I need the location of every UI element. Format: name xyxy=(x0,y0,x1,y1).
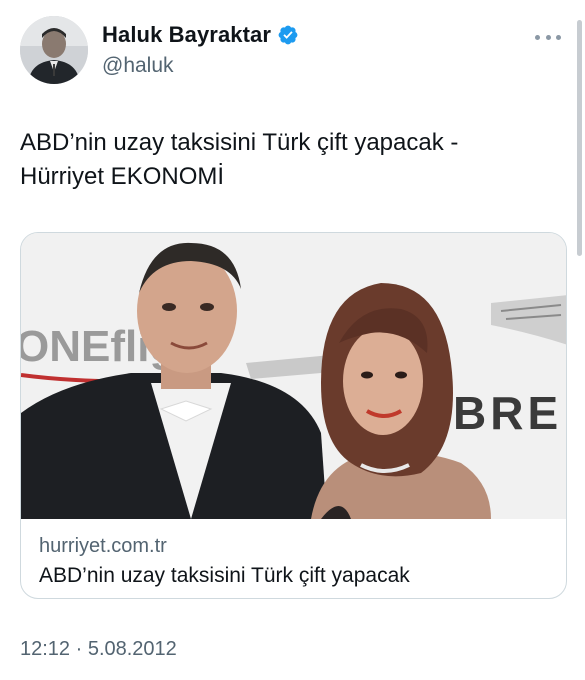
tweet-header: Haluk Bayraktar @haluk xyxy=(20,16,565,88)
author-display-name[interactable]: Haluk Bayraktar xyxy=(102,22,271,48)
display-name-row: Haluk Bayraktar xyxy=(102,22,299,48)
tweet-text: ABD’nin uzay taksisini Türk çift yapacak… xyxy=(20,129,459,190)
tweet-timestamp[interactable]: 12:12 · 5.08.2012 xyxy=(20,638,177,661)
author-names: Haluk Bayraktar @haluk xyxy=(102,22,299,78)
more-dot xyxy=(535,34,540,40)
author-avatar[interactable] xyxy=(20,16,88,84)
more-horizontal-icon[interactable] xyxy=(531,26,565,48)
verified-badge-icon xyxy=(277,24,299,46)
more-dot xyxy=(545,34,551,40)
tweet: Haluk Bayraktar @haluk ABD’nin uzay taks… xyxy=(0,0,585,680)
author-handle[interactable]: @haluk xyxy=(102,54,299,78)
card-title[interactable]: ABD’nin uzay taksisini Türk çift yapacak xyxy=(39,562,548,590)
link-card[interactable]: ONEflig BRE hurriyet.com.tr ABD’nin uzay… xyxy=(20,232,567,599)
backdrop-logo-right: BRE xyxy=(453,387,562,439)
scrollbar[interactable] xyxy=(577,20,582,256)
more-dot xyxy=(556,34,561,40)
card-meta: hurriyet.com.tr ABD’nin uzay taksisini T… xyxy=(39,533,548,590)
card-image[interactable]: ONEflig BRE xyxy=(21,233,566,519)
card-domain: hurriyet.com.tr xyxy=(39,535,167,557)
